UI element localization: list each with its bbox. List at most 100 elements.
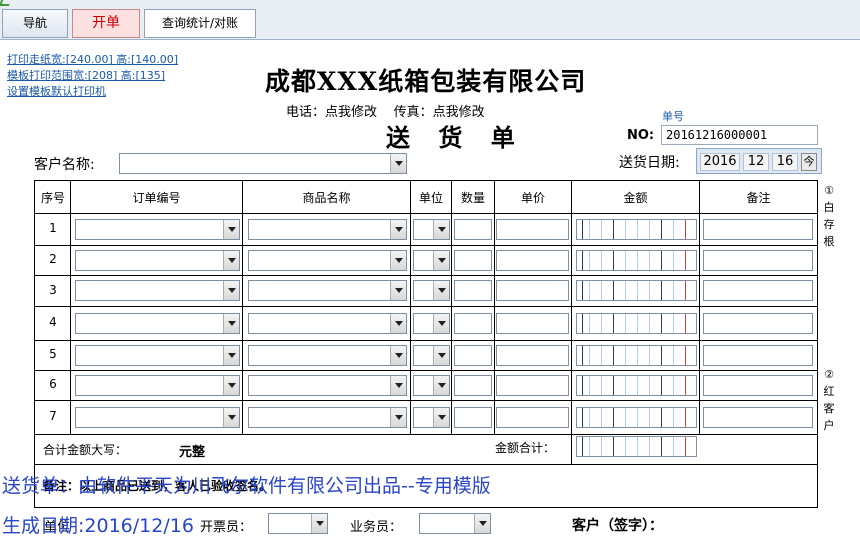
chevron-down-icon[interactable] (433, 314, 449, 333)
remarks-field[interactable] (703, 250, 813, 271)
salesperson-label: 业务员： (350, 520, 403, 535)
chevron-down-icon[interactable] (390, 251, 406, 270)
customer-name-label: 客户名称: (34, 157, 95, 173)
product-name-select[interactable] (248, 313, 407, 334)
product-name-select[interactable] (248, 407, 407, 428)
remarks-field[interactable] (703, 375, 813, 396)
unit-price-field[interactable] (496, 345, 569, 366)
order-number-select[interactable] (75, 313, 240, 334)
unit-select[interactable] (413, 250, 450, 271)
unit-select[interactable] (413, 280, 450, 301)
chevron-down-icon[interactable] (433, 408, 449, 427)
remarks-field[interactable] (703, 407, 813, 428)
amount-field[interactable] (576, 280, 697, 301)
chevron-down-icon[interactable] (390, 220, 406, 239)
order-number-select[interactable] (75, 250, 240, 271)
remarks-field[interactable] (703, 219, 813, 240)
unit-price-field[interactable] (496, 313, 569, 334)
copy-note-red: ②红客户 (823, 368, 835, 432)
print-paper-size-link[interactable]: 打印走纸宽:[240.00] 高:[140.00] (7, 51, 178, 67)
date-day[interactable]: 16 (772, 153, 798, 171)
customer-name-select[interactable] (119, 153, 407, 174)
date-today-spin-button[interactable]: 今 (801, 153, 817, 171)
quantity-field[interactable] (454, 375, 492, 396)
remarks-field[interactable] (703, 345, 813, 366)
customer-signature-label: 客户（签字）： (572, 518, 663, 534)
order-number-select[interactable] (75, 345, 240, 366)
date-year[interactable]: 2016 (700, 153, 740, 171)
chevron-down-icon[interactable] (433, 281, 449, 300)
chevron-down-icon[interactable] (311, 514, 327, 533)
unit-price-field[interactable] (496, 219, 569, 240)
chevron-down-icon[interactable] (223, 281, 239, 300)
watermark-line-1: 送货单：由软件平天为川飞尔软件有限公司出品--专用模版 (2, 475, 491, 497)
amount-field[interactable] (576, 345, 697, 366)
unit-price-field[interactable] (496, 375, 569, 396)
template-print-range-link[interactable]: 模板打印范围宽:[208] 高:[135] (7, 67, 165, 83)
chevron-down-icon[interactable] (433, 251, 449, 270)
product-name-select[interactable] (248, 219, 407, 240)
chevron-down-icon[interactable] (390, 346, 406, 365)
delivery-date-picker[interactable]: 2016 12 16 今 (696, 148, 822, 174)
chevron-down-icon[interactable] (390, 408, 406, 427)
quantity-field[interactable] (454, 219, 492, 240)
chevron-down-icon[interactable] (433, 376, 449, 395)
company-title[interactable]: 成都XXX纸箱包装有限公司 (265, 62, 586, 98)
chevron-down-icon[interactable] (433, 346, 449, 365)
quantity-field[interactable] (454, 250, 492, 271)
quantity-field[interactable] (454, 407, 492, 428)
remarks-field[interactable] (703, 280, 813, 301)
unit-price-field[interactable] (496, 407, 569, 428)
chevron-down-icon[interactable] (390, 281, 406, 300)
issuer-select[interactable] (268, 513, 328, 534)
product-name-select[interactable] (248, 280, 407, 301)
amount-field[interactable] (576, 250, 697, 271)
chevron-down-icon[interactable] (223, 251, 239, 270)
chevron-down-icon[interactable] (223, 376, 239, 395)
phone-edit-link[interactable]: 点我修改 (325, 105, 377, 120)
tab-navigation[interactable]: 导航 (2, 9, 68, 38)
order-no-field[interactable]: 20161216000001 (661, 125, 818, 145)
product-name-select[interactable] (248, 375, 407, 396)
chevron-down-icon[interactable] (474, 514, 490, 533)
chevron-down-icon[interactable] (433, 220, 449, 239)
tab-query-reconcile[interactable]: 查询统计/对账 (144, 9, 256, 38)
chevron-down-icon[interactable] (390, 314, 406, 333)
unit-select[interactable] (413, 313, 450, 334)
quantity-field[interactable] (454, 280, 492, 301)
order-number-select[interactable] (75, 407, 240, 428)
date-month[interactable]: 12 (743, 153, 769, 171)
order-number-select[interactable] (75, 219, 240, 240)
chevron-down-icon[interactable] (223, 314, 239, 333)
amount-field[interactable] (576, 313, 697, 334)
tab-create-order[interactable]: 开单 (72, 9, 140, 38)
remarks-field[interactable] (703, 313, 813, 334)
quantity-field[interactable] (454, 313, 492, 334)
unit-price-field[interactable] (496, 250, 569, 271)
order-number-select[interactable] (75, 375, 240, 396)
quantity-field[interactable] (454, 345, 492, 366)
row-index: 6 (49, 377, 57, 391)
amount-field[interactable] (576, 407, 697, 428)
unit-select[interactable] (413, 407, 450, 428)
unit-select[interactable] (413, 375, 450, 396)
amount-field[interactable] (576, 375, 697, 396)
chevron-down-icon[interactable] (223, 346, 239, 365)
salesperson-select[interactable] (419, 513, 491, 534)
chevron-down-icon[interactable] (390, 154, 406, 173)
order-number-select[interactable] (75, 280, 240, 301)
set-default-printer-link[interactable]: 设置模板默认打印机 (7, 83, 106, 99)
product-name-select[interactable] (248, 345, 407, 366)
chevron-down-icon[interactable] (223, 408, 239, 427)
chevron-down-icon[interactable] (390, 376, 406, 395)
total-amount-field[interactable] (576, 436, 697, 457)
unit-price-field[interactable] (496, 280, 569, 301)
order-table: 序号 订单编号 商品名称 单位 数量 单价 金额 备注 1 2 3 4 5 6 7 合计金额… (34, 180, 818, 508)
copy-note-white: ①白存根 (823, 184, 835, 248)
unit-select[interactable] (413, 219, 450, 240)
unit-select[interactable] (413, 345, 450, 366)
product-name-select[interactable] (248, 250, 407, 271)
chevron-down-icon[interactable] (223, 220, 239, 239)
amount-field[interactable] (576, 219, 697, 240)
document-title: 送 货 单 (386, 123, 525, 152)
